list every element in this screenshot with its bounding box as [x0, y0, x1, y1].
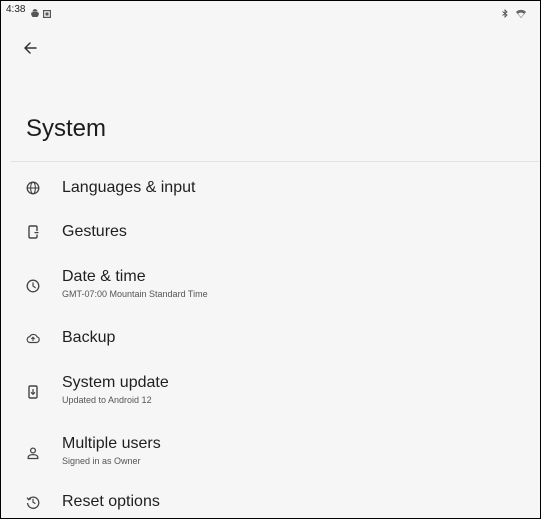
setting-system-update[interactable]: System update Updated to Android 12 [1, 369, 540, 413]
wifi-icon [516, 5, 526, 23]
setting-text: Gestures [62, 222, 127, 241]
globe-icon [24, 179, 42, 197]
setting-summary: Signed in as Owner [62, 456, 141, 466]
setting-languages-input[interactable]: Languages & input [1, 171, 540, 205]
person-icon [24, 444, 42, 462]
back-button[interactable] [19, 39, 41, 61]
setting-summary: Updated to Android 12 [62, 395, 152, 405]
setting-gestures[interactable]: Gestures [1, 215, 540, 249]
setting-reset-options[interactable]: Reset options [1, 485, 540, 518]
setting-date-time[interactable]: Date & time GMT-07:00 Mountain Standard … [1, 263, 540, 307]
phone-gesture-icon [24, 223, 42, 241]
setting-text: Languages & input [62, 178, 195, 197]
setting-text: Date & time GMT-07:00 Mountain Standard … [62, 267, 208, 300]
setting-summary: GMT-07:00 Mountain Standard Time [62, 289, 208, 299]
status-bar: 4:38 [1, 1, 540, 21]
setting-title: Gestures [62, 223, 127, 240]
setting-text: Multiple users Signed in as Owner [62, 434, 161, 467]
system-update-icon [24, 383, 42, 401]
setting-title: Reset options [62, 493, 160, 510]
setting-title: Date & time [62, 268, 146, 285]
setting-multiple-users[interactable]: Multiple users Signed in as Owner [1, 430, 540, 474]
arrow-left-icon [23, 41, 37, 60]
notification-icon [42, 5, 52, 23]
page-title: System [26, 115, 107, 142]
history-icon [24, 493, 42, 511]
clock-icon [24, 277, 42, 295]
setting-title: Multiple users [62, 435, 161, 452]
cloud-upload-icon [24, 329, 42, 347]
setting-text: Reset options [62, 492, 160, 511]
setting-text: System update Updated to Android 12 [62, 373, 169, 406]
status-left-icons [31, 5, 52, 23]
settings-screen: 4:38 System Languages & input Gestures D… [0, 0, 541, 519]
setting-title: Languages & input [62, 179, 196, 196]
bluetooth-icon [502, 5, 508, 23]
setting-title: System update [62, 374, 169, 391]
setting-backup[interactable]: Backup [1, 321, 540, 355]
header-divider [11, 161, 540, 162]
setting-title: Backup [62, 329, 116, 346]
setting-text: Backup [62, 328, 115, 347]
status-right-icons [502, 5, 526, 23]
android-icon [31, 5, 39, 23]
status-time: 4:38 [6, 4, 26, 15]
